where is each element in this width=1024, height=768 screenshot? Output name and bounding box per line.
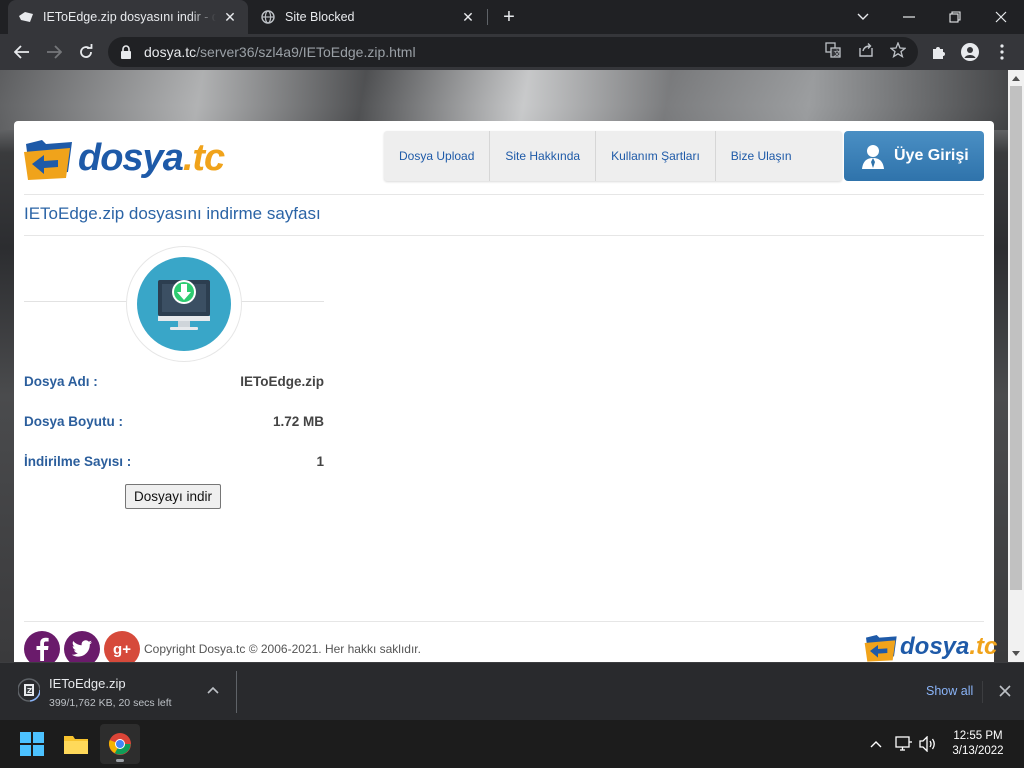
menu-kebab-icon[interactable] [992, 42, 1012, 62]
globe-icon [260, 9, 276, 25]
minimize-icon[interactable] [886, 0, 932, 34]
restore-icon[interactable] [932, 0, 978, 34]
clock-date: 3/13/2022 [952, 745, 1004, 757]
divider [24, 621, 984, 622]
top-navigation: Dosya Upload Site Hakkında Kullanım Şart… [384, 131, 842, 181]
reload-icon[interactable] [72, 38, 100, 66]
close-window-icon[interactable] [978, 0, 1024, 34]
windows-taskbar: 12:55 PM 3/13/2022 [0, 720, 1024, 768]
chrome-taskbar-icon[interactable] [100, 724, 140, 764]
volume-icon[interactable] [918, 734, 938, 754]
divider [24, 235, 984, 236]
download-file-button[interactable]: Dosyayı indir [125, 484, 222, 509]
page-title: IEToEdge.zip dosyasını indirme sayfası [24, 204, 321, 223]
tab-title: Site Blocked [285, 10, 355, 24]
download-shelf: Z IEToEdge.zip 399/1,762 KB, 20 secs lef… [0, 662, 1024, 720]
download-status: 399/1,762 KB, 20 secs left [49, 697, 172, 709]
show-all-button[interactable]: Show all [926, 684, 973, 698]
nav-kullanim-sartlari[interactable]: Kullanım Şartları [596, 131, 716, 181]
start-button[interactable] [12, 724, 52, 764]
svg-text:文: 文 [834, 49, 841, 58]
twitter-icon[interactable] [64, 631, 100, 662]
zip-file-icon[interactable]: Z [18, 678, 40, 702]
tab-strip: IEToEdge.zip dosyasını indir - dosya.tc … [0, 0, 1024, 34]
info-label: İndirilme Sayısı : [24, 454, 132, 469]
address-bar[interactable]: dosya.tc/server36/szl4a9/IEToEdge.zip.ht… [108, 37, 918, 67]
site-logo[interactable]: dosya.tc [24, 133, 225, 183]
folder-logo-icon [864, 635, 897, 662]
login-button[interactable]: Üye Girişi [844, 131, 984, 181]
facebook-icon[interactable] [24, 631, 60, 662]
scroll-down-icon[interactable] [1012, 651, 1020, 656]
forward-icon[interactable] [40, 38, 68, 66]
translate-icon[interactable]: 文 [824, 41, 842, 59]
divider [24, 194, 984, 195]
tab-active[interactable]: IEToEdge.zip dosyasını indir - dosya.tc … [8, 0, 248, 34]
running-indicator [116, 759, 124, 762]
nav-bize-ulasin[interactable]: Bize Ulaşın [716, 131, 842, 181]
footer-logo[interactable]: dosya.tc [864, 631, 997, 662]
chevron-up-icon[interactable] [206, 684, 220, 698]
tab-title: IEToEdge.zip dosyasını indir - dosya.tc [43, 10, 216, 24]
page-scrollbar[interactable] [1008, 70, 1024, 662]
nav-site-hakkinda[interactable]: Site Hakkında [490, 131, 597, 181]
divider [982, 681, 983, 703]
dosya-favicon-icon [18, 9, 34, 25]
windows-logo-icon [20, 732, 44, 756]
google-plus-icon[interactable]: g+ [104, 631, 140, 662]
network-icon[interactable] [894, 734, 914, 754]
info-label: Dosya Boyutu : [24, 414, 124, 429]
info-value: IEToEdge.zip [240, 374, 324, 389]
tab-search-icon[interactable] [840, 0, 886, 34]
nav-dosya-upload[interactable]: Dosya Upload [384, 131, 491, 181]
info-row-downloads: İndirilme Sayısı : 1 [24, 454, 324, 469]
info-value: 1.72 MB [272, 414, 324, 429]
profile-icon[interactable] [960, 42, 980, 62]
share-icon[interactable] [857, 41, 875, 59]
tab-separator [487, 9, 488, 25]
page-viewport: dosya.tc Dosya Upload Site Hakkında Kull… [0, 70, 1008, 662]
lock-icon[interactable] [120, 45, 134, 59]
scroll-thumb[interactable] [1010, 86, 1022, 590]
url-path: /server36/szl4a9/IEToEdge.zip.html [196, 44, 416, 60]
info-label: Dosya Adı : [24, 374, 98, 389]
user-icon [862, 145, 884, 169]
extensions-icon[interactable] [928, 42, 948, 62]
monitor-download-icon [137, 257, 231, 351]
tab-close-icon[interactable]: ✕ [222, 9, 238, 25]
tab-site-blocked[interactable]: Site Blocked ✕ [250, 0, 486, 34]
info-row-filesize: Dosya Boyutu : 1.72 MB [24, 414, 324, 429]
svg-text:Z: Z [27, 687, 32, 695]
scroll-up-icon[interactable] [1012, 76, 1020, 81]
bookmark-star-icon[interactable] [889, 41, 907, 59]
divider [236, 671, 237, 713]
browser-toolbar: dosya.tc/server36/szl4a9/IEToEdge.zip.ht… [0, 34, 1024, 70]
info-row-filename: Dosya Adı : IEToEdge.zip [24, 374, 324, 389]
new-tab-icon[interactable]: + [499, 7, 519, 27]
download-illustration [24, 246, 324, 362]
tab-close-icon[interactable]: ✕ [460, 9, 476, 25]
close-shelf-icon[interactable] [998, 684, 1012, 698]
file-explorer-icon[interactable] [56, 724, 96, 764]
download-file-name[interactable]: IEToEdge.zip [49, 676, 126, 691]
folder-logo-icon [24, 140, 72, 180]
tray-overflow-icon[interactable] [866, 734, 886, 754]
login-label: Üye Girişi [894, 147, 969, 164]
copyright-text: Copyright Dosya.tc © 2006-2021. Her hakk… [144, 642, 421, 656]
info-value: 1 [316, 454, 324, 469]
logo-text: dosya.tc [900, 633, 998, 660]
url-host: dosya.tc [144, 44, 197, 60]
system-clock[interactable]: 12:55 PM 3/13/2022 [946, 729, 1010, 759]
back-icon[interactable] [8, 38, 36, 66]
content-card: dosya.tc Dosya Upload Site Hakkında Kull… [14, 121, 997, 662]
logo-text: dosya.tc [78, 136, 225, 179]
clock-time: 12:55 PM [953, 730, 1003, 742]
url-text: dosya.tc/server36/szl4a9/IEToEdge.zip.ht… [144, 44, 416, 60]
